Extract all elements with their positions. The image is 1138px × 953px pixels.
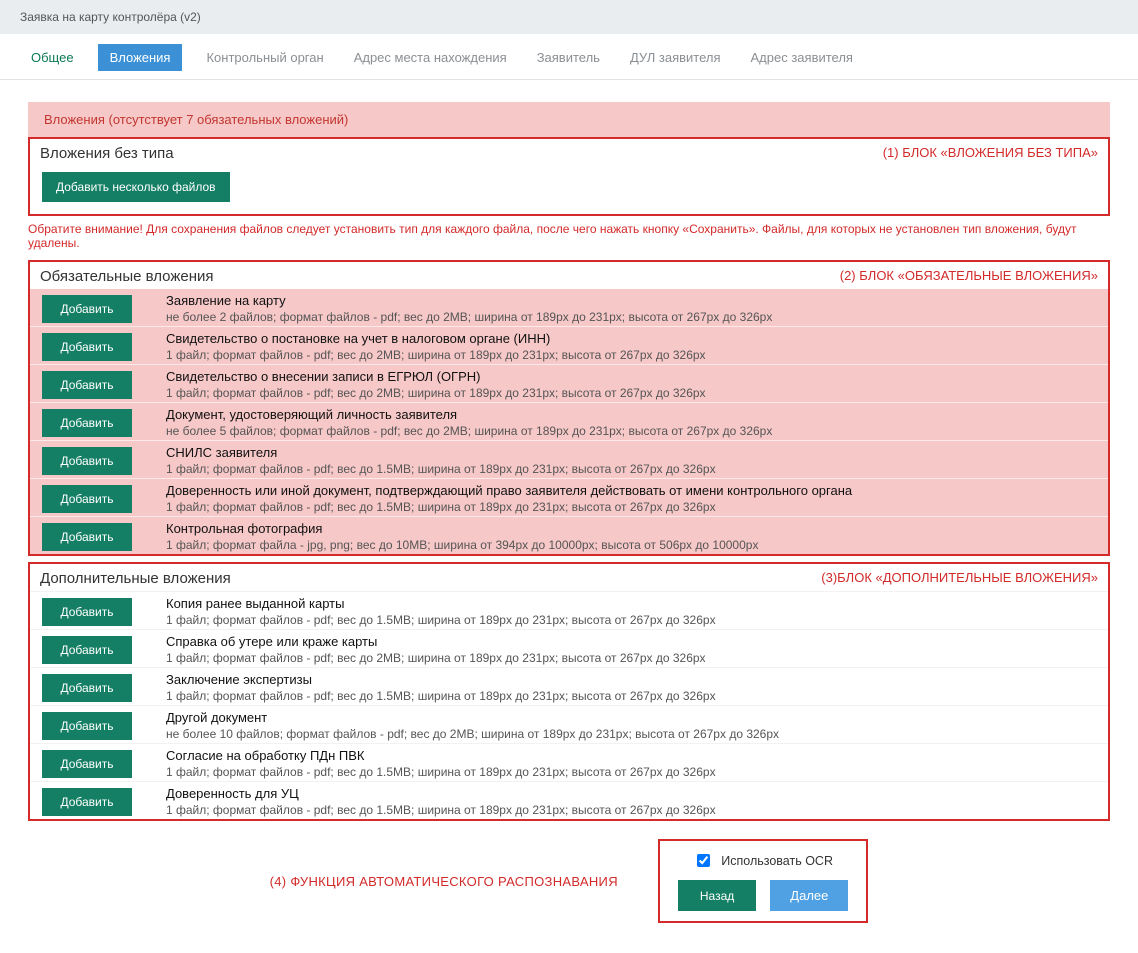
attachment-title: СНИЛС заявителя xyxy=(166,445,1096,460)
attachment-desc: 1 файл; формат файлов - pdf; вес до 1.5M… xyxy=(166,689,1096,703)
attachment-title: Документ, удостоверяющий личность заявит… xyxy=(166,407,1096,422)
attachment-row: Добавить Заявление на карту не более 2 фай… xyxy=(30,289,1108,326)
annotation-untyped: (1) БЛОК «ВЛОЖЕНИЯ БЕЗ ТИПА» xyxy=(883,145,1098,160)
attachment-row: Добавить Документ, удостоверяющий личност… xyxy=(30,402,1108,440)
attachment-desc: 1 файл; формат файла - jpg, png; вес до … xyxy=(166,538,1096,552)
attachment-row: Добавить СНИЛС заявителя 1 файл; формат фа… xyxy=(30,440,1108,478)
add-button[interactable]: Добавить xyxy=(42,636,132,664)
add-button[interactable]: Добавить xyxy=(42,598,132,626)
add-button[interactable]: Добавить xyxy=(42,447,132,475)
use-ocr-label[interactable]: Использовать OCR xyxy=(693,851,833,870)
attachment-desc: 1 файл; формат файлов - pdf; вес до 1.5M… xyxy=(166,765,1096,779)
tab-5[interactable]: ДУЛ заявителя xyxy=(624,44,727,71)
attachment-title: Заявление на карту xyxy=(166,293,1096,308)
tab-3[interactable]: Адрес места нахождения xyxy=(348,44,513,71)
attachment-desc: 1 файл; формат файлов - pdf; вес до 2MB;… xyxy=(166,386,1096,400)
attachment-row: Добавить Свидетельство о постановке на уч… xyxy=(30,326,1108,364)
annotation-ocr: (4) ФУНКЦИЯ АВТОМАТИЧЕСКОГО РАСПОЗНАВАНИ… xyxy=(270,874,618,889)
attachment-desc: не более 2 файлов; формат файлов - pdf; … xyxy=(166,310,1096,324)
untyped-heading: Вложения без типа xyxy=(40,145,174,162)
add-button[interactable]: Добавить xyxy=(42,788,132,816)
ocr-action-box: Использовать OCR Назад Далее xyxy=(658,839,868,923)
attachment-title: Заключение экспертизы xyxy=(166,672,1096,687)
page-title: Заявка на карту контролёра (v2) xyxy=(0,0,1138,34)
attachment-title: Доверенность для УЦ xyxy=(166,786,1096,801)
add-button[interactable]: Добавить xyxy=(42,674,132,702)
optional-heading: Дополнительные вложения xyxy=(40,570,231,587)
attachment-row: Добавить Доверенность для УЦ 1 файл; форма… xyxy=(30,781,1108,819)
attachment-row: Добавить Свидетельство о внесении записи … xyxy=(30,364,1108,402)
tab-1[interactable]: Вложения xyxy=(98,44,183,71)
add-button[interactable]: Добавить xyxy=(42,295,132,323)
required-attachments-block: Обязательные вложения (2) БЛОК «ОБЯЗАТЕЛ… xyxy=(28,260,1110,556)
attachment-desc: 1 файл; формат файлов - pdf; вес до 2MB;… xyxy=(166,348,1096,362)
attachment-desc: 1 файл; формат файлов - pdf; вес до 1.5M… xyxy=(166,803,1096,817)
tab-0[interactable]: Общее xyxy=(25,44,80,71)
attachment-row: Добавить Контрольная фотография 1 файл; фо… xyxy=(30,516,1108,554)
attachment-title: Свидетельство о постановке на учет в нал… xyxy=(166,331,1096,346)
add-button[interactable]: Добавить xyxy=(42,485,132,513)
annotation-required: (2) БЛОК «ОБЯЗАТЕЛЬНЫЕ ВЛОЖЕНИЯ» xyxy=(840,268,1098,283)
add-multiple-files-button[interactable]: Добавить несколько файлов xyxy=(42,172,230,202)
add-button[interactable]: Добавить xyxy=(42,750,132,778)
attachment-desc: 1 файл; формат файлов - pdf; вес до 1.5M… xyxy=(166,613,1096,627)
attachment-row: Добавить Копия ранее выданной карты 1 файл… xyxy=(30,591,1108,629)
use-ocr-text: Использовать OCR xyxy=(721,854,833,868)
attachment-row: Добавить Справка об утере или краже карты… xyxy=(30,629,1108,667)
attachment-row: Добавить Другой документ не более 10 файло… xyxy=(30,705,1108,743)
tab-4[interactable]: Заявитель xyxy=(531,44,606,71)
attachment-title: Свидетельство о внесении записи в ЕГРЮЛ … xyxy=(166,369,1096,384)
required-heading: Обязательные вложения xyxy=(40,268,214,285)
save-warning-note: Обратите внимание! Для сохранения файлов… xyxy=(28,216,1110,260)
optional-attachments-block: Дополнительные вложения (3)БЛОК «ДОПОЛНИ… xyxy=(28,562,1110,821)
attachment-title: Согласие на обработку ПДн ПВК xyxy=(166,748,1096,763)
use-ocr-checkbox[interactable] xyxy=(697,854,710,867)
add-button[interactable]: Добавить xyxy=(42,712,132,740)
attachment-title: Доверенность или иной документ, подтверж… xyxy=(166,483,1096,498)
add-button[interactable]: Добавить xyxy=(42,409,132,437)
next-button[interactable]: Далее xyxy=(770,880,848,911)
tab-2[interactable]: Контрольный орган xyxy=(200,44,329,71)
attachment-row: Добавить Заключение экспертизы 1 файл; фор… xyxy=(30,667,1108,705)
attachment-row: Добавить Доверенность или иной документ, … xyxy=(30,478,1108,516)
attachment-desc: 1 файл; формат файлов - pdf; вес до 1.5M… xyxy=(166,500,1096,514)
attachment-desc: не более 10 файлов; формат файлов - pdf;… xyxy=(166,727,1096,741)
attachment-desc: 1 файл; формат файлов - pdf; вес до 2MB;… xyxy=(166,651,1096,665)
tab-6[interactable]: Адрес заявителя xyxy=(745,44,859,71)
tabs: Общее Вложения Контрольный орган Адрес мест… xyxy=(0,34,1138,80)
attachment-row: Добавить Согласие на обработку ПДн ПВК 1 ф… xyxy=(30,743,1108,781)
back-button[interactable]: Назад xyxy=(678,880,756,911)
attachment-title: Другой документ xyxy=(166,710,1096,725)
attachment-desc: 1 файл; формат файлов - pdf; вес до 1.5M… xyxy=(166,462,1096,476)
attachment-title: Копия ранее выданной карты xyxy=(166,596,1096,611)
add-button[interactable]: Добавить xyxy=(42,523,132,551)
attachment-title: Контрольная фотография xyxy=(166,521,1096,536)
add-button[interactable]: Добавить xyxy=(42,371,132,399)
add-button[interactable]: Добавить xyxy=(42,333,132,361)
attachment-desc: не более 5 файлов; формат файлов - pdf; … xyxy=(166,424,1096,438)
attachment-title: Справка об утере или краже карты xyxy=(166,634,1096,649)
annotation-optional: (3)БЛОК «ДОПОЛНИТЕЛЬНЫЕ ВЛОЖЕНИЯ» xyxy=(821,570,1098,585)
missing-attachments-alert: Вложения (отсутствует 7 обязательных вло… xyxy=(28,102,1110,137)
untyped-attachments-block: Вложения без типа (1) БЛОК «ВЛОЖЕНИЯ БЕЗ… xyxy=(28,137,1110,216)
